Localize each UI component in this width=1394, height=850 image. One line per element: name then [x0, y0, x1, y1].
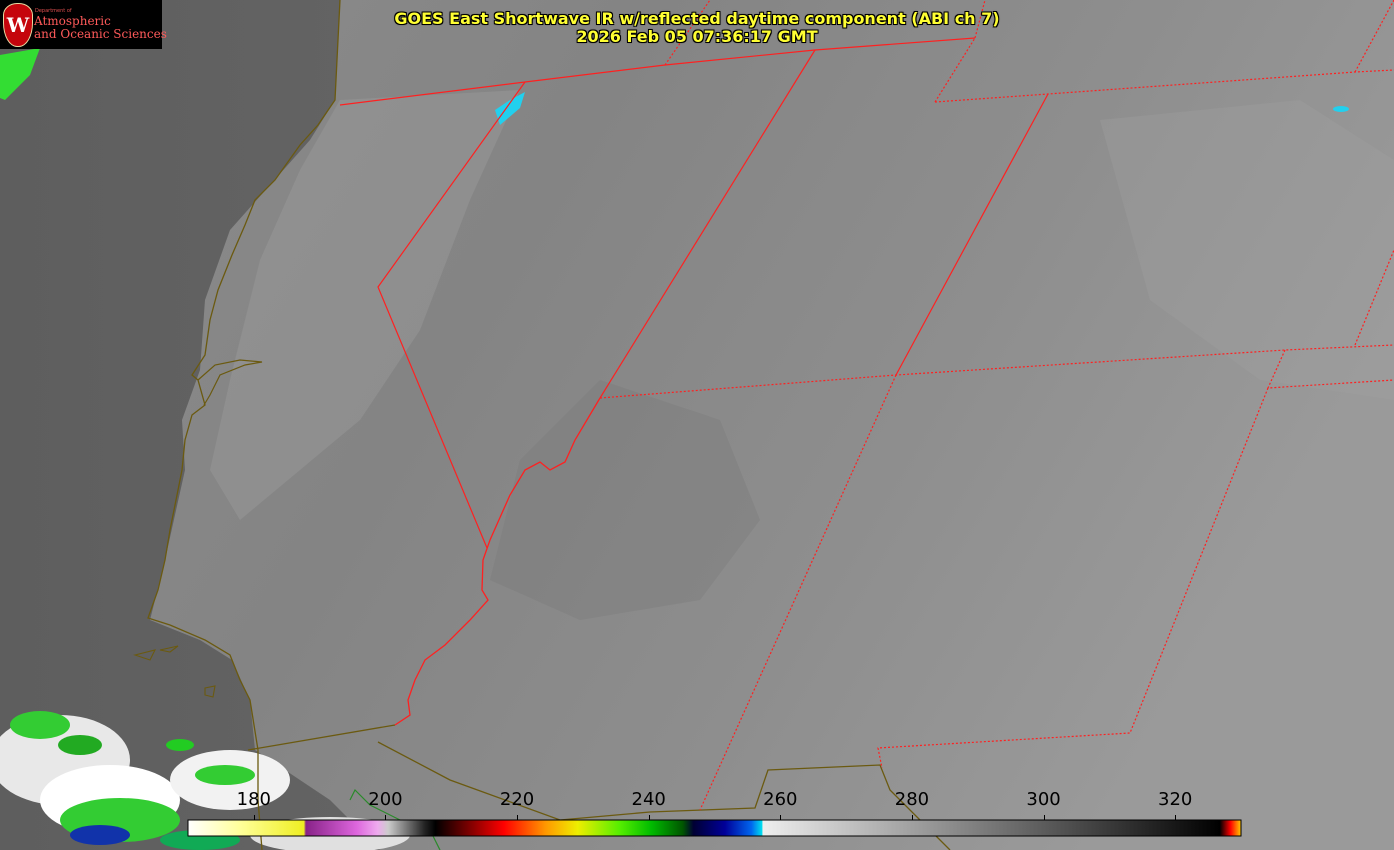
- colorbar-tick-mark: [780, 815, 782, 820]
- colorbar-tick-label: 320: [1158, 789, 1193, 810]
- colorbar-tick-label: 200: [368, 789, 403, 810]
- small-cyan-cell-2: [1333, 106, 1349, 112]
- colorbar-tick-mark: [648, 815, 650, 820]
- colorbar-tick-label: 180: [236, 789, 271, 810]
- colorbar-tick-mark: [385, 815, 387, 820]
- colorbar-tick-label: 220: [499, 789, 535, 810]
- colorbar-tick-label: 240: [631, 789, 666, 810]
- colorbar-tick-mark: [253, 815, 255, 820]
- colorbar-tick-label: 280: [894, 789, 930, 810]
- colorbar-tick-mark: [911, 815, 913, 820]
- colorbar-gradient: [187, 819, 1242, 837]
- colorbar-tick-mark: [1175, 815, 1177, 820]
- colorbar-tick-mark: [517, 815, 519, 820]
- satellite-map: [0, 0, 1394, 850]
- colorbar-tick-label: 300: [1026, 789, 1061, 810]
- colorbar-tick-mark: [1043, 815, 1045, 820]
- colorbar-tick-label: 260: [763, 789, 798, 810]
- image-timestamp: 2026 Feb 05 07:36:17 GMT: [576, 27, 818, 46]
- image-title: GOES East Shortwave IR w/reflected dayti…: [394, 9, 1000, 28]
